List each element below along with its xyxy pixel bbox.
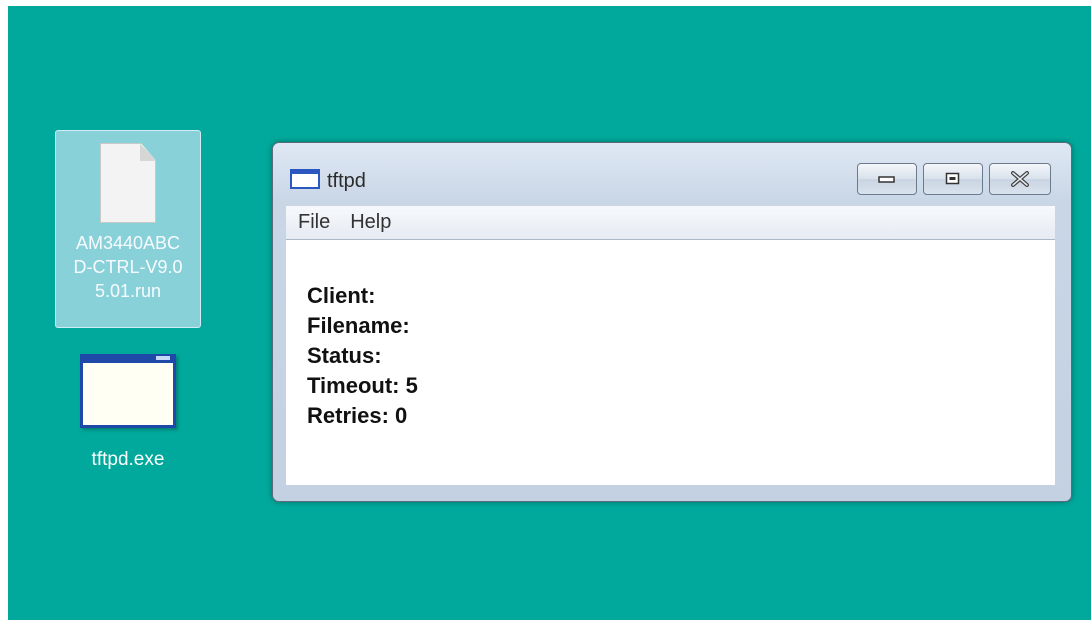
info-label: Status: bbox=[307, 343, 382, 368]
desktop-icon-label: tftpd.exe bbox=[91, 449, 165, 470]
desktop-icon-tftpd-exe[interactable]: tftpd.exe bbox=[55, 351, 201, 491]
title-bar[interactable]: tftpd bbox=[273, 143, 1071, 201]
application-window-icon bbox=[290, 169, 320, 189]
desktop-icon-label: AM3440ABC D-CTRL-V9.0 5.01.run bbox=[73, 233, 183, 301]
info-label: Timeout: bbox=[307, 373, 400, 398]
menu-bar: File Help bbox=[286, 206, 1055, 240]
window-title: tftpd bbox=[327, 170, 366, 192]
desktop: AM3440ABC D-CTRL-V9.0 5.01.run tftpd.exe… bbox=[8, 6, 1091, 620]
client-area: Client: Filename: Status: Timeout: 5 Ret… bbox=[286, 240, 1055, 485]
info-retries: Retries: 0 bbox=[307, 401, 1055, 431]
menu-file[interactable]: File bbox=[298, 211, 330, 234]
close-icon bbox=[1011, 171, 1029, 187]
info-timeout: Timeout: 5 bbox=[307, 371, 1055, 401]
info-value: 5 bbox=[405, 373, 418, 398]
info-status: Status: bbox=[307, 341, 1055, 371]
close-button[interactable] bbox=[989, 163, 1051, 195]
maximize-icon bbox=[945, 172, 960, 185]
menu-help[interactable]: Help bbox=[350, 211, 391, 234]
desktop-icon-run-file[interactable]: AM3440ABC D-CTRL-V9.0 5.01.run bbox=[55, 130, 201, 328]
info-client: Client: bbox=[307, 281, 1055, 311]
minimize-icon bbox=[878, 176, 895, 183]
info-label: Filename: bbox=[307, 313, 410, 338]
info-label: Client: bbox=[307, 283, 376, 308]
tftpd-window: tftpd File Help Client: Filename: Status… bbox=[272, 142, 1072, 502]
generic-file-icon bbox=[100, 143, 156, 223]
maximize-button[interactable] bbox=[923, 163, 983, 195]
application-window-icon bbox=[80, 354, 176, 428]
info-filename: Filename: bbox=[307, 311, 1055, 341]
info-label: Retries: bbox=[307, 403, 389, 428]
info-value: 0 bbox=[395, 403, 408, 428]
minimize-button[interactable] bbox=[857, 163, 917, 195]
